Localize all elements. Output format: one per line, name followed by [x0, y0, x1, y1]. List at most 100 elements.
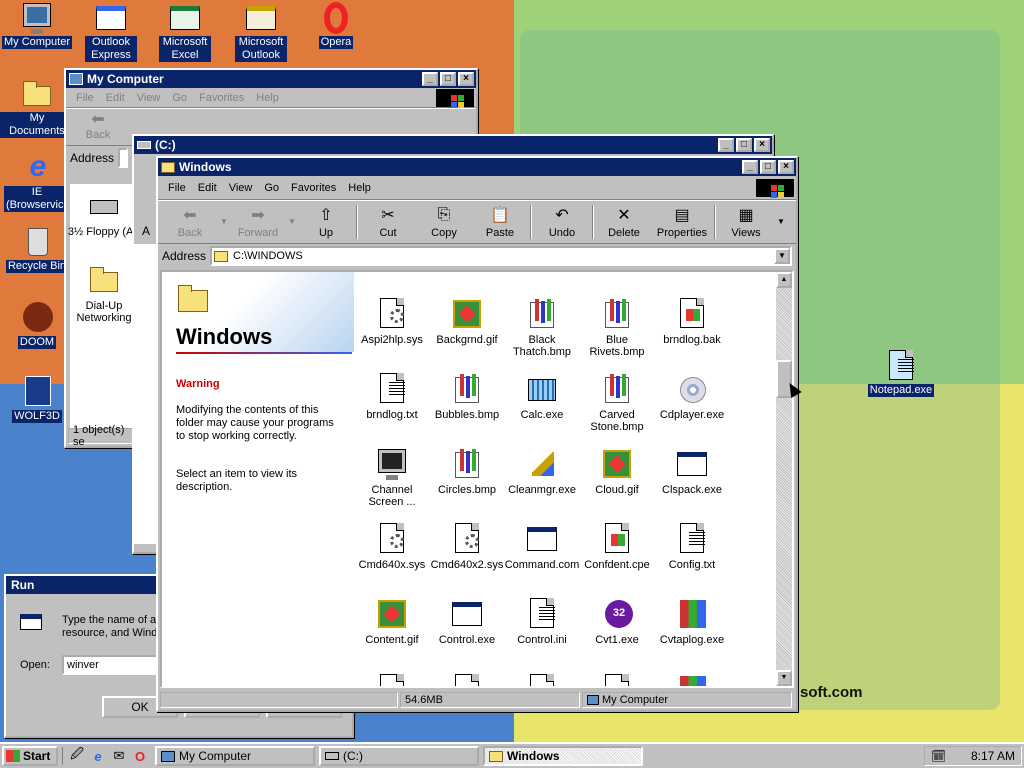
- undo-button[interactable]: ↶ Undo: [534, 203, 590, 241]
- file-item[interactable]: Bubbles.bmp: [429, 373, 505, 421]
- file-item[interactable]: Black Thatch.bmp: [504, 298, 580, 358]
- file-item[interactable]: Control.ini: [504, 598, 580, 646]
- file-item[interactable]: 3½ Floppy (A:): [66, 190, 142, 238]
- file-item[interactable]: Clspack.exe: [654, 448, 730, 496]
- file-item[interactable]: [429, 674, 505, 686]
- file-item[interactable]: Config.txt: [654, 523, 730, 571]
- file-item[interactable]: 32 Cvt1.exe: [579, 598, 655, 646]
- scroll-up-button[interactable]: ▲: [776, 272, 792, 288]
- file-item[interactable]: Aspi2hlp.sys: [354, 298, 430, 346]
- maximize-button[interactable]: □: [440, 72, 456, 86]
- views-button[interactable]: ▦ Views: [718, 203, 774, 241]
- forward-dropdown[interactable]: ▼: [286, 203, 298, 241]
- maximize-button[interactable]: □: [736, 138, 752, 152]
- cut-button[interactable]: ✂ Cut: [360, 203, 416, 241]
- desktop-icon-my-computer[interactable]: My Computer: [0, 2, 74, 49]
- file-item[interactable]: brndlog.bak: [654, 298, 730, 346]
- back-button[interactable]: ⬅ Back: [162, 203, 218, 241]
- taskbar-button-windows[interactable]: Windows: [483, 746, 643, 766]
- internet-explorer-icon[interactable]: e: [88, 747, 108, 765]
- menu-edit[interactable]: Edit: [192, 182, 223, 194]
- file-item[interactable]: Cmd640x2.sys: [429, 523, 505, 571]
- menu-help[interactable]: Help: [250, 92, 285, 104]
- desktop-icon-opera[interactable]: Opera: [299, 2, 373, 49]
- file-item[interactable]: Dial-Up Networking: [66, 264, 142, 324]
- up-button[interactable]: ⇧ Up: [298, 203, 354, 241]
- menu-favorites[interactable]: Favorites: [285, 182, 342, 194]
- file-item[interactable]: Cleanmgr.exe: [504, 448, 580, 496]
- desktop-icon-ie[interactable]: e IE (Browservice): [0, 152, 74, 212]
- show-desktop-icon[interactable]: 🖉: [67, 746, 87, 765]
- run-description: Type the name of a resource, and Wind: [62, 614, 158, 639]
- forward-button[interactable]: ➡ Forward: [230, 203, 286, 241]
- file-item[interactable]: Carved Stone.bmp: [579, 373, 655, 433]
- menu-favorites[interactable]: Favorites: [193, 92, 250, 104]
- desktop-icon-outlook[interactable]: Microsoft Outlook: [224, 2, 298, 62]
- file-item[interactable]: [504, 674, 580, 686]
- desktop-icon-notepad[interactable]: Notepad.exe: [864, 350, 938, 397]
- c-drive-titlebar[interactable]: (C:) _ □ ×: [134, 136, 772, 154]
- file-item[interactable]: [654, 674, 730, 686]
- menu-file[interactable]: File: [70, 92, 100, 104]
- address-field[interactable]: C:\WINDOWS ▼: [210, 246, 792, 266]
- vertical-scrollbar[interactable]: ▲ ▼: [776, 272, 792, 686]
- scheduler-icon[interactable]: 🗓: [931, 749, 946, 763]
- taskbar-button-my-computer[interactable]: My Computer: [155, 746, 315, 766]
- menu-help[interactable]: Help: [342, 182, 377, 194]
- opera-icon[interactable]: O: [130, 747, 150, 765]
- file-item[interactable]: Circles.bmp: [429, 448, 505, 496]
- desktop-icon-excel[interactable]: Microsoft Excel: [148, 2, 222, 62]
- file-item[interactable]: Command.com: [504, 523, 580, 571]
- desktop-icon-recycle-bin[interactable]: Recycle Bin: [0, 226, 74, 273]
- menu-go[interactable]: Go: [258, 182, 285, 194]
- close-button[interactable]: ×: [778, 160, 794, 174]
- menu-view[interactable]: View: [223, 182, 259, 194]
- file-item[interactable]: brndlog.txt: [354, 373, 430, 421]
- address-dropdown-icon[interactable]: ▼: [774, 248, 790, 264]
- file-item[interactable]: Blue Rivets.bmp: [579, 298, 655, 358]
- file-item[interactable]: Cloud.gif: [579, 448, 655, 496]
- address-field[interactable]: [118, 148, 129, 168]
- windows-titlebar[interactable]: Windows _ □ ×: [158, 158, 796, 176]
- file-item[interactable]: [579, 674, 655, 686]
- scroll-down-button[interactable]: ▼: [776, 670, 792, 686]
- menu-file[interactable]: File: [162, 182, 192, 194]
- file-item[interactable]: Cmd640x.sys: [354, 523, 430, 571]
- dialup-folder-icon: [88, 264, 120, 296]
- file-item[interactable]: Backgrnd.gif: [429, 298, 505, 346]
- menu-go[interactable]: Go: [166, 92, 193, 104]
- properties-button[interactable]: ▤ Properties: [652, 203, 712, 241]
- clock[interactable]: 8:17 AM: [971, 749, 1015, 763]
- outlook-express-icon[interactable]: ✉: [109, 747, 129, 765]
- my-computer-titlebar[interactable]: My Computer _ □ ×: [66, 70, 476, 88]
- file-item[interactable]: Confdent.cpe: [579, 523, 655, 571]
- views-dropdown[interactable]: ▼: [774, 203, 788, 241]
- minimize-button[interactable]: _: [422, 72, 438, 86]
- file-item[interactable]: Content.gif: [354, 598, 430, 646]
- maximize-button[interactable]: □: [760, 160, 776, 174]
- close-button[interactable]: ×: [458, 72, 474, 86]
- minimize-button[interactable]: _: [742, 160, 758, 174]
- windows-folder-window[interactable]: Windows _ □ × File Edit View Go Favorite…: [156, 156, 798, 712]
- delete-button[interactable]: ✕ Delete: [596, 203, 652, 241]
- file-item[interactable]: Channel Screen ...: [354, 448, 430, 508]
- file-item[interactable]: Cvtaplog.exe: [654, 598, 730, 646]
- close-button[interactable]: ×: [754, 138, 770, 152]
- back-button[interactable]: ⬅ Back: [70, 111, 126, 143]
- taskbar-button-c-drive[interactable]: (C:): [319, 746, 479, 766]
- file-item[interactable]: [354, 674, 430, 686]
- minimize-button[interactable]: _: [718, 138, 734, 152]
- start-button[interactable]: Start: [2, 746, 58, 766]
- desktop-icon-my-documents[interactable]: My Documents: [0, 78, 74, 138]
- menu-edit[interactable]: Edit: [100, 92, 131, 104]
- file-item[interactable]: Control.exe: [429, 598, 505, 646]
- desktop-icon-wolf3d[interactable]: WOLF3D: [0, 376, 74, 423]
- copy-button[interactable]: ⎘ Copy: [416, 203, 472, 241]
- desktop-icon-doom[interactable]: DOOM: [0, 302, 74, 349]
- desktop-icon-outlook-express[interactable]: Outlook Express: [74, 2, 148, 62]
- file-item[interactable]: Cdplayer.exe: [654, 373, 730, 421]
- file-item[interactable]: Calc.exe: [504, 373, 580, 421]
- paste-button[interactable]: 📋 Paste: [472, 203, 528, 241]
- menu-view[interactable]: View: [131, 92, 167, 104]
- back-dropdown[interactable]: ▼: [218, 203, 230, 241]
